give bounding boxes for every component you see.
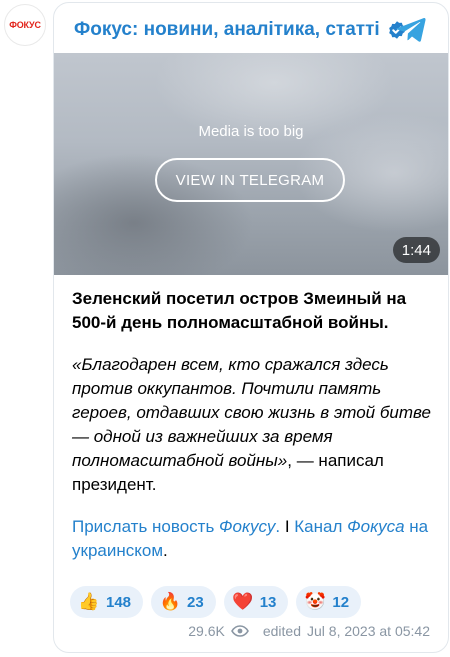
channel-link-italic: Фокуса (347, 517, 405, 536)
link-separator: I (280, 517, 295, 536)
message-text: Зеленский посетил остров Змеиный на 500-… (72, 287, 434, 563)
video-duration-badge: 1:44 (392, 237, 440, 263)
reactions-bar: 👍 148 🔥 23 ❤️ 13 🤡 12 (70, 586, 362, 618)
message-card: Фокус: новини, аналітика, статті Media i… (53, 2, 449, 653)
view-in-telegram-button[interactable]: VIEW IN TELEGRAM (155, 158, 345, 202)
channel-title[interactable]: Фокус: новини, аналітика, статті (74, 19, 380, 41)
reaction-count: 12 (332, 593, 350, 611)
reaction-heart[interactable]: ❤️ 13 (223, 586, 289, 618)
telegram-logo-icon[interactable] (396, 17, 426, 43)
reaction-clown[interactable]: 🤡 12 (296, 586, 362, 618)
avatar-logo-text: ФОКУС (9, 20, 41, 30)
reaction-count: 23 (187, 593, 204, 611)
message-date[interactable]: Jul 8, 2023 at 05:42 (307, 623, 430, 639)
post-links: Прислать новость Фокусу. I Канал Фокуса … (72, 515, 434, 563)
message-header: Фокус: новини, аналітика, статті (74, 17, 434, 43)
send-news-link-text: Прислать новость (72, 517, 220, 536)
reaction-count: 148 (106, 593, 132, 611)
channel-link-text: Канал (294, 517, 348, 536)
heart-icon: ❤️ (232, 592, 254, 611)
send-news-link-italic: Фокусу (219, 517, 276, 536)
thumbs-up-icon: 👍 (78, 592, 100, 611)
reaction-count: 13 (259, 593, 277, 611)
video-media[interactable]: Media is too big VIEW IN TELEGRAM 1:44 (54, 53, 448, 275)
fire-icon: 🔥 (159, 592, 181, 611)
view-count: 29.6K (188, 623, 225, 639)
post-quote: «Благодарен всем, кто сражался здесь про… (72, 353, 434, 497)
links-period: . (163, 541, 168, 560)
post-headline: Зеленский посетил остров Змеиный на 500-… (72, 289, 407, 332)
clown-icon: 🤡 (304, 592, 326, 611)
eye-icon (230, 625, 249, 637)
reaction-thumbs-up[interactable]: 👍 148 (70, 586, 144, 618)
reaction-fire[interactable]: 🔥 23 (151, 586, 216, 618)
message-meta: 29.6K edited Jul 8, 2023 at 05:42 (188, 623, 430, 639)
send-news-link[interactable]: Прислать новость Фокусу. (72, 517, 280, 536)
edited-label: edited (262, 623, 301, 639)
channel-avatar[interactable]: ФОКУС (4, 4, 46, 46)
media-too-big-notice: Media is too big (198, 123, 304, 140)
